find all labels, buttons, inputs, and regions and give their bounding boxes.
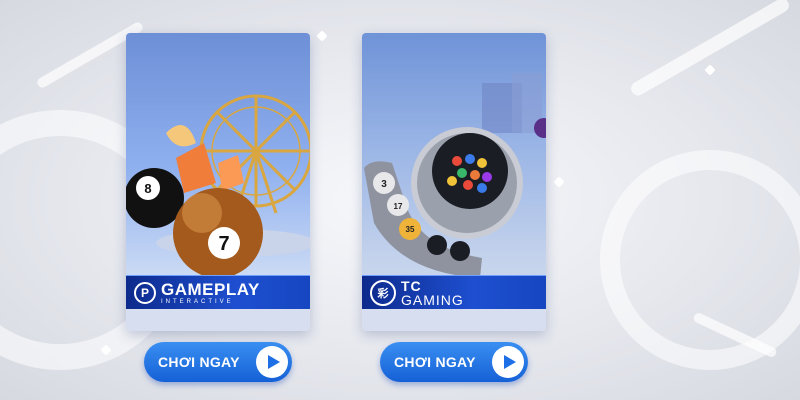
- play-now-button-gameplay[interactable]: CHƠI NGAY: [144, 342, 292, 382]
- ball-8-label: 8: [144, 181, 151, 196]
- provider-name: TC: [401, 277, 422, 294]
- ball-3-label: 3: [381, 179, 387, 190]
- play-now-button-tc-gaming[interactable]: CHƠI NGAY: [380, 342, 528, 382]
- play-now-label: CHƠI NGAY: [158, 354, 240, 370]
- play-icon: [492, 346, 524, 378]
- provider-subtitle: GAMING: [401, 291, 464, 308]
- provider-banner-tc-gaming: 彩 TC GAMING: [362, 275, 546, 309]
- provider-banner-gameplay: P GAMEPLAY INTERACTIVE: [126, 275, 310, 309]
- game-card-tc-gaming[interactable]: 3 17 35 彩 TC GAMING: [362, 33, 546, 331]
- tc-gaming-logo-icon: 彩: [370, 279, 396, 306]
- ball-17-label: 17: [394, 202, 403, 211]
- play-now-label: CHƠI NGAY: [394, 354, 476, 370]
- provider-name: GAMEPLAY: [161, 279, 260, 299]
- gameplay-logo-icon: P: [134, 281, 156, 304]
- ball-35-label: 35: [406, 225, 415, 234]
- ball-7-label: 7: [218, 233, 229, 255]
- game-card-gameplay[interactable]: 8 7 P GAMEPLAY INTERACTIVE: [126, 33, 310, 331]
- play-icon: [256, 346, 288, 378]
- provider-subtitle: INTERACTIVE: [161, 298, 234, 305]
